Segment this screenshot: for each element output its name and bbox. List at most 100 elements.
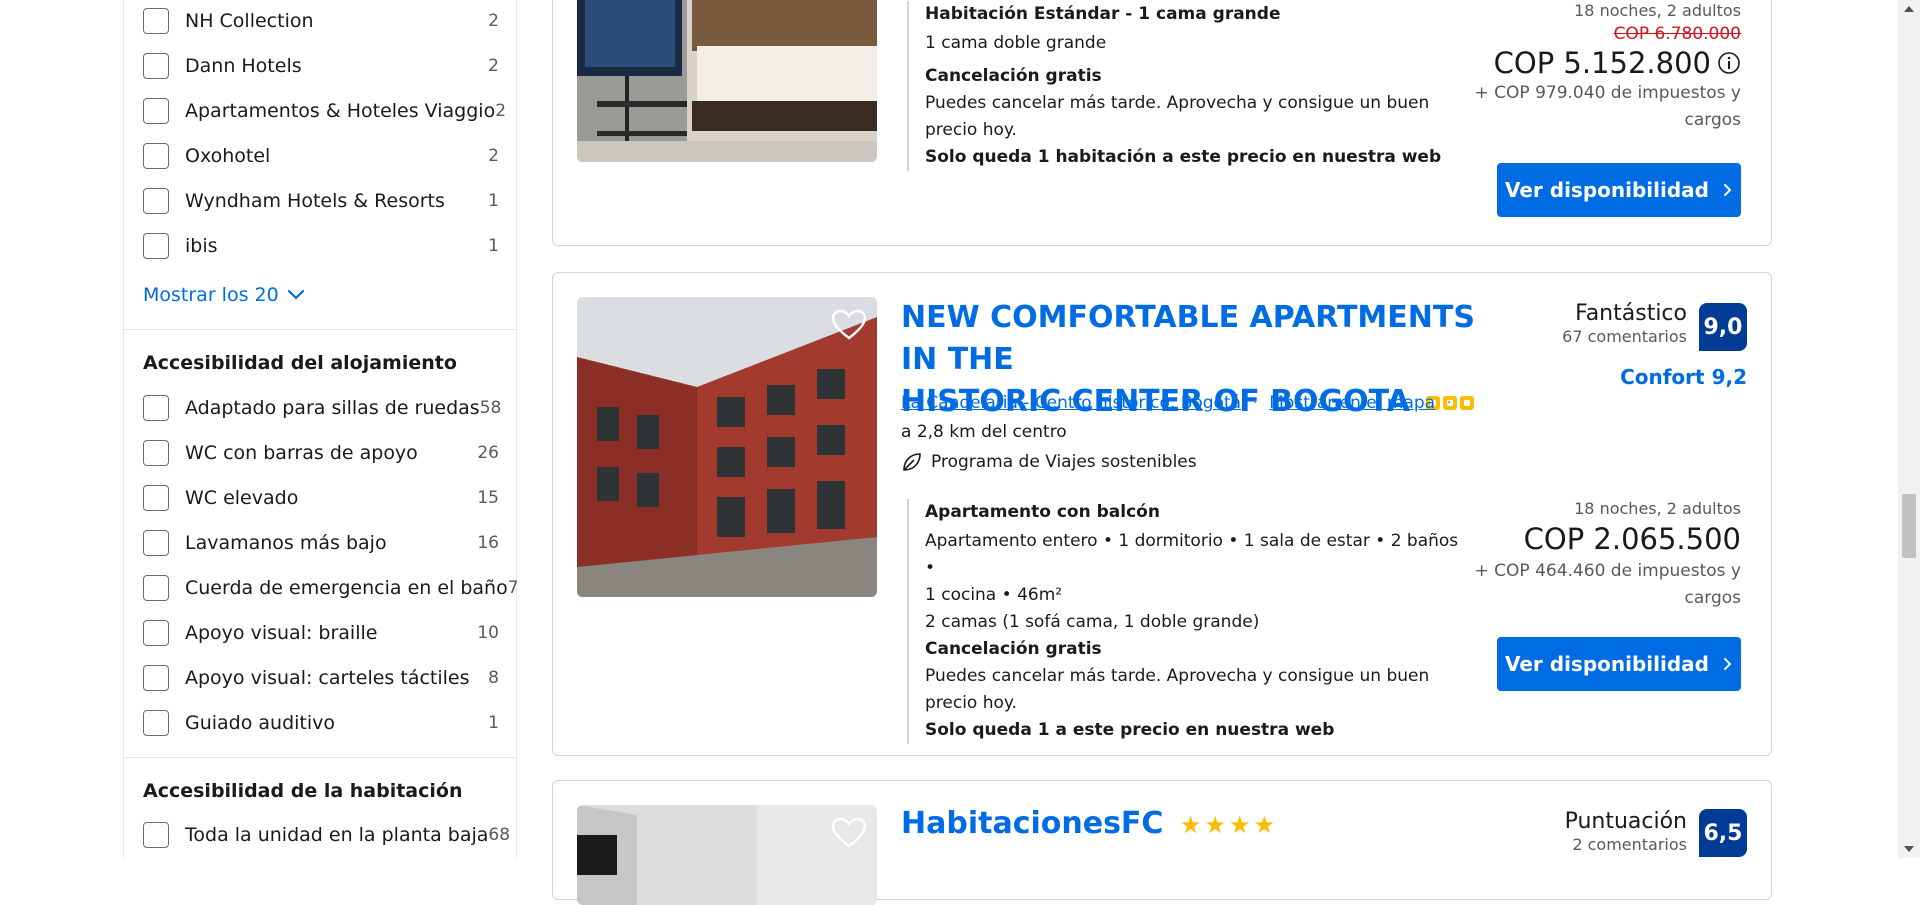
score-word: Puntuación [1564,809,1687,834]
filter-option[interactable]: Dann Hotels 2 [143,51,499,81]
filter-option[interactable]: NH Collection 2 [143,6,499,36]
filter-option[interactable]: Cuerda de emergencia en el baño 7 [143,573,519,603]
checkbox[interactable] [143,143,169,169]
review-score[interactable]: 6,5 [1699,809,1747,857]
star-icon: ★ [1253,810,1275,839]
filter-label: Dann Hotels [185,55,302,77]
filter-count: 8 [488,668,499,688]
scroll-up-icon[interactable] [1904,6,1914,12]
filter-count: 7 [507,578,519,598]
checkbox[interactable] [143,485,169,511]
room-title: Habitación Estándar - 1 cama grande [925,4,1281,24]
filter-count: 26 [477,443,499,463]
property-photo[interactable] [577,805,877,905]
info-icon[interactable] [1717,51,1741,75]
filter-count: 2 [488,11,499,31]
show-on-map-link[interactable]: Mostrar en el mapa [1269,393,1435,413]
filter-label: Lavamanos más bajo [185,532,387,554]
checkbox[interactable] [143,710,169,736]
heart-icon[interactable] [831,309,867,341]
checkbox[interactable] [143,98,169,124]
filter-count: 1 [488,191,499,211]
property-name-line: NEW COMFORTABLE APARTMENTS IN THE [901,300,1475,377]
sustainable-label: Programa de Viajes sostenibles [931,452,1197,472]
comfort-score: Confort 9,2 [1620,365,1747,389]
filters-sidebar: NH Collection 2 Dann Hotels 2 Apartament… [123,0,519,858]
checkbox[interactable] [143,188,169,214]
filter-option[interactable]: Apartamentos & Hoteles Viaggio 2 [143,96,506,126]
checkbox[interactable] [143,575,169,601]
taxes: cargos [1684,588,1741,608]
building-photo [577,297,877,597]
room-info: Apartamento con balcón Apartamento enter… [907,499,1465,744]
filter-option[interactable]: WC con barras de apoyo 26 [143,438,499,468]
section-title-accessibility: Accesibilidad del alojamiento [143,352,457,374]
chevron-right-icon [1724,658,1731,670]
see-availability-button[interactable]: Ver disponibilidad [1497,637,1741,691]
checkbox[interactable] [143,8,169,34]
filter-option[interactable]: Adaptado para sillas de ruedas 58 [143,393,502,423]
property-card: HabitacionesFC ★ ★ ★ ★ Puntuación 2 come… [552,780,1772,905]
filter-option[interactable]: Wyndham Hotels & Resorts 1 [143,186,499,216]
filter-option[interactable]: Guiado auditivo 1 [143,708,499,738]
property-card: NEW COMFORTABLE APARTMENTS IN THE HISTOR… [552,272,1772,756]
bed-info: 1 cama doble grande [925,33,1107,53]
review-score[interactable]: 9,0 [1699,303,1747,351]
checkbox[interactable] [143,620,169,646]
see-availability-button[interactable]: Ver disponibilidad [1497,163,1741,217]
cancellation-text: precio hoy. [925,120,1017,140]
price-block: 18 noches, 2 adultos COP 6.780.000 COP 5… [1471,1,1741,134]
property-name-line: HabitacionesFC [901,806,1164,841]
scrollbar[interactable] [1898,0,1920,858]
filter-count: 68 [488,825,511,845]
checkbox[interactable] [143,53,169,79]
sustainable-badge: Programa de Viajes sostenibles [901,451,1197,473]
property-card: Habitación Estándar - 1 cama grande 1 ca… [552,0,1772,246]
property-name[interactable]: HabitacionesFC ★ ★ ★ ★ [901,803,1275,845]
filter-option[interactable]: Lavamanos más bajo 16 [143,528,499,558]
taxes: cargos [1684,110,1741,130]
filter-label: NH Collection [185,10,314,32]
filter-count: 58 [479,398,502,418]
location-link[interactable]: La Candelaria - Centro histórico, Bogotá [901,393,1241,413]
divider [124,329,516,330]
nights-guests: 18 noches, 2 adultos [1574,499,1741,518]
filter-option[interactable]: Oxohotel 2 [143,141,499,171]
filter-option[interactable]: Apoyo visual: carteles táctiles 8 [143,663,499,693]
review-summary[interactable]: Puntuación 2 comentarios [1565,809,1687,854]
property-photo[interactable] [577,0,877,162]
room-details: Apartamento entero • 1 dormitorio • 1 sa… [925,531,1459,578]
checkbox[interactable] [143,530,169,556]
checkbox[interactable] [143,395,169,421]
filter-label: WC elevado [185,487,299,509]
scroll-down-icon[interactable] [1904,846,1914,852]
filter-option[interactable]: ibis 1 [143,231,499,261]
filter-option[interactable]: Toda la unidad en la planta baja 68 [143,820,510,850]
review-summary[interactable]: Fantástico 67 comentarios [1562,301,1687,346]
checkbox[interactable] [143,440,169,466]
scrollbar-thumb[interactable] [1902,494,1916,558]
cancellation-text: Puedes cancelar más tarde. Aprovecha y c… [925,93,1430,113]
filter-option[interactable]: WC elevado 15 [143,483,499,513]
chevron-down-icon [287,289,304,300]
star-icon: ★ [1228,810,1251,839]
heart-icon[interactable] [831,817,867,849]
free-cancellation: Cancelación gratis [925,639,1102,659]
nights-guests: 18 noches, 2 adultos [1574,1,1741,20]
bed-info: 2 camas (1 sofá cama, 1 doble grande) [925,612,1260,632]
filter-count: 10 [477,623,499,643]
chevron-right-icon [1724,184,1731,196]
checkbox[interactable] [143,822,169,848]
checkbox[interactable] [143,233,169,259]
filter-option[interactable]: Apoyo visual: braille 10 [143,618,499,648]
filter-label: Apartamentos & Hoteles Viaggio [185,100,496,122]
filter-count: 1 [488,713,499,733]
show-more-label: Mostrar los 20 [143,284,279,306]
property-photo[interactable] [577,297,877,597]
current-price: COP 2.065.500 [1523,522,1741,556]
checkbox[interactable] [143,665,169,691]
review-count: 2 comentarios [1572,835,1687,854]
hotel-room-photo [577,0,877,162]
star-icon: ★ [1204,810,1226,839]
show-more-link[interactable]: Mostrar los 20 [143,284,305,306]
